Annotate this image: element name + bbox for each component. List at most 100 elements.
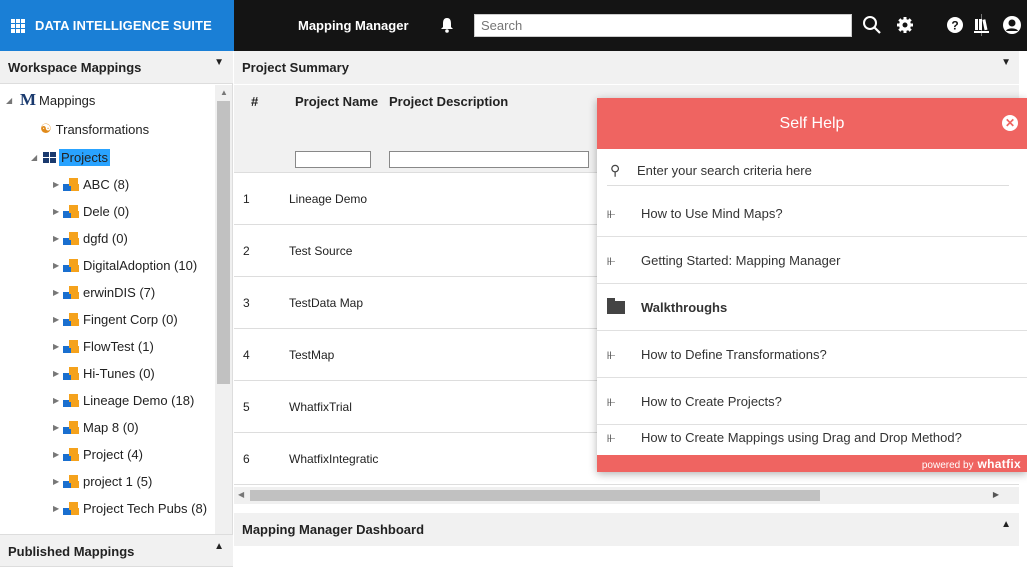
self-help-item[interactable]: ⫦ How to Create Projects? [597,378,1027,425]
self-help-search[interactable]: ⚲ Enter your search criteria here [607,156,1009,186]
powered-by-footer[interactable]: powered by whatfix [597,455,1027,472]
workspace-mappings-header[interactable]: Workspace Mappings ▼ [0,51,233,84]
self-help-item[interactable]: ⫦ How to Define Transformations? [597,331,1027,378]
flow-signpost-icon: ⫦ [607,251,616,269]
tree-label: Mappings [39,92,96,108]
collapsed-triangle-icon[interactable]: ▶ [53,477,63,486]
expanded-triangle-icon[interactable]: ◢ [6,96,16,105]
project-description-filter[interactable] [389,151,589,168]
tree-label: Map 8 (0) [83,419,139,435]
self-help-folder[interactable]: Walkthroughs [597,284,1027,331]
tree-node-project[interactable]: ▶ FlowTest (1) [53,333,154,359]
flow-signpost-icon: ⫦ [607,204,616,222]
row-number: 1 [243,192,250,206]
self-help-item-label: How to Create Projects? [641,393,782,409]
scroll-left-arrow-icon[interactable]: ◀ [238,490,244,499]
bell-icon[interactable] [440,17,454,33]
project-icon [63,258,80,272]
collapsed-triangle-icon[interactable]: ▶ [53,180,63,189]
brand-area[interactable]: DATA INTELLIGENCE SUITE [0,0,234,51]
tree-node-project[interactable]: ▶ erwinDIS (7) [53,279,155,305]
tree-label: Projects [59,148,110,166]
scrollbar-thumb[interactable] [250,490,820,501]
row-number: 2 [243,244,250,258]
tree-label: Transformations [55,121,150,137]
user-icon[interactable] [1001,14,1023,36]
column-header-number[interactable]: # [251,94,258,109]
search-icon[interactable] [861,14,883,36]
project-icon [63,312,80,326]
expanded-triangle-icon[interactable]: ◢ [31,153,41,162]
tree-scrollbar[interactable]: ▲ ▼ [215,85,232,545]
tree-node-project[interactable]: ▶ project 1 (5) [53,468,152,494]
tree-node-transformations[interactable]: ☯ Transformations [40,116,149,142]
tree-label: Project (4) [83,446,143,462]
gear-icon[interactable] [894,14,916,36]
tree-node-project[interactable]: ▶ Fingent Corp (0) [53,306,178,332]
chevron-down-icon[interactable]: ▼ [1001,57,1011,68]
collapsed-triangle-icon[interactable]: ▶ [53,423,63,432]
collapsed-triangle-icon[interactable]: ▶ [53,234,63,243]
top-bar: DATA INTELLIGENCE SUITE Mapping Manager … [0,0,1027,51]
self-help-item[interactable]: ⫦ How to Use Mind Maps? [597,190,1027,237]
project-summary-header[interactable]: Project Summary ▼ [234,51,1019,84]
grid-horizontal-scrollbar[interactable]: ◀ ▶ [234,487,1019,504]
folder-icon [597,297,641,316]
project-icon [63,204,80,218]
tree-node-projects[interactable]: ◢ Projects [31,144,110,170]
chevron-up-icon[interactable]: ▲ [1001,519,1011,530]
self-help-item-label: How to Define Transformations? [641,346,827,362]
tree-node-project[interactable]: ▶ ABC (8) [53,171,129,197]
collapsed-triangle-icon[interactable]: ▶ [53,504,63,513]
project-name: TestData Map [289,296,364,310]
project-icon [63,393,80,407]
scrollbar-thumb[interactable] [217,101,230,384]
tree-label: Dele (0) [83,203,130,219]
chevron-up-icon[interactable]: ▲ [214,541,224,552]
column-header-project-name[interactable]: Project Name [295,94,378,109]
collapsed-triangle-icon[interactable]: ▶ [53,450,63,459]
row-number: 4 [243,348,250,362]
dashboard-header[interactable]: Mapping Manager Dashboard ▲ [234,513,1019,546]
library-icon[interactable] [971,14,993,36]
project-name: TestMap [289,348,335,362]
collapsed-triangle-icon[interactable]: ▶ [53,315,63,324]
app-grid-icon[interactable] [11,18,25,33]
collapsed-triangle-icon[interactable]: ▶ [53,207,63,216]
close-icon[interactable]: ✕ [1002,115,1018,131]
search-icon: ⚲ [610,162,621,178]
collapsed-triangle-icon[interactable]: ▶ [53,288,63,297]
column-header-project-description[interactable]: Project Description [389,94,508,109]
tree-node-project[interactable]: ▶ Dele (0) [53,198,129,224]
collapsed-triangle-icon[interactable]: ▶ [53,369,63,378]
scroll-right-arrow-icon[interactable]: ▶ [993,490,999,499]
tree-node-project[interactable]: ▶ dgfd (0) [53,225,128,251]
project-icon [63,339,80,353]
tree-node-project[interactable]: ▶ Hi-Tunes (0) [53,360,155,386]
tree-node-project[interactable]: ▶ Lineage Demo (18) [53,387,194,413]
search-input[interactable] [474,14,852,37]
published-mappings-title: Published Mappings [8,544,135,559]
tree-node-project[interactable]: ▶ Project (4) [53,441,143,467]
scroll-up-arrow-icon[interactable]: ▲ [220,88,228,97]
self-help-item[interactable]: ⫦ How to Create Mappings using Drag and … [597,420,1027,455]
flow-signpost-icon: ⫦ [607,429,616,446]
help-icon[interactable]: ? [944,14,966,36]
workspace-mappings-title: Workspace Mappings [8,60,142,75]
published-mappings-header[interactable]: Published Mappings ▲ [0,534,233,567]
self-help-item[interactable]: ⫦ Getting Started: Mapping Manager [597,237,1027,284]
collapsed-triangle-icon[interactable]: ▶ [53,342,63,351]
chevron-down-icon[interactable]: ▼ [214,57,224,68]
svg-text:?: ? [951,19,958,33]
self-help-search-placeholder[interactable]: Enter your search criteria here [637,163,812,178]
tree-label: Fingent Corp (0) [83,311,178,327]
collapsed-triangle-icon[interactable]: ▶ [53,396,63,405]
collapsed-triangle-icon[interactable]: ▶ [53,261,63,270]
left-panel: Workspace Mappings ▼ ◢ M Mappings ☯ Tran… [0,51,233,567]
tree-node-project[interactable]: ▶ Map 8 (0) [53,414,139,440]
project-name-filter[interactable] [295,151,371,168]
tree-node-mappings[interactable]: ◢ M Mappings [6,87,95,113]
tree-node-project[interactable]: ▶ Project Tech Pubs (8) [53,495,207,521]
tree-label: erwinDIS (7) [83,284,156,300]
tree-node-project[interactable]: ▶ DigitalAdoption (10) [53,252,197,278]
